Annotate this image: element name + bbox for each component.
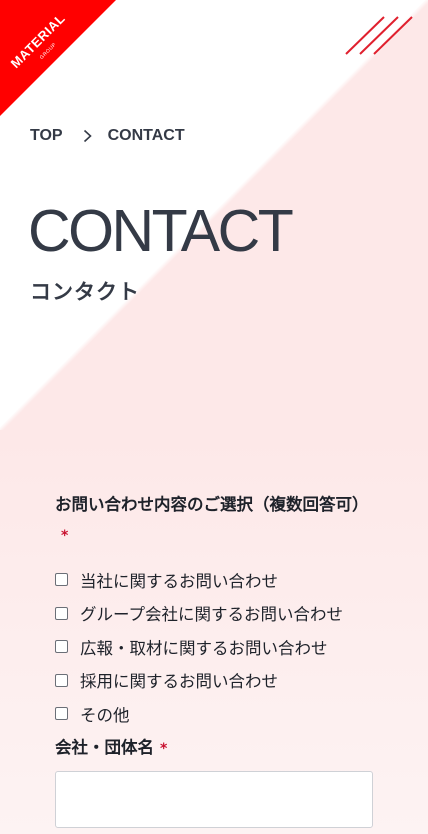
- contact-form: お問い合わせ内容のご選択（複数回答可） * 当社に関するお問い合わせ グループ会社…: [55, 490, 375, 731]
- checkbox-label: 広報・取材に関するお問い合わせ: [80, 638, 328, 658]
- checkbox-label: その他: [80, 705, 130, 725]
- breadcrumb-top-link[interactable]: TOP: [30, 127, 63, 145]
- checkbox[interactable]: [55, 673, 68, 687]
- checkbox-label: 採用に関するお問い合わせ: [80, 672, 278, 692]
- company-name-label: 会社・団体名 *: [55, 736, 167, 761]
- page-title: CONTACT: [28, 198, 294, 264]
- checkbox[interactable]: [55, 640, 68, 654]
- checkbox[interactable]: [55, 606, 68, 620]
- checkbox-option[interactable]: グループ会社に関するお問い合わせ: [55, 597, 375, 631]
- checkbox-option[interactable]: 広報・取材に関するお問い合わせ: [55, 630, 375, 664]
- checkbox[interactable]: [55, 707, 68, 721]
- checkbox-option[interactable]: その他: [55, 697, 375, 731]
- inquiry-type-options: 当社に関するお問い合わせ グループ会社に関するお問い合わせ 広報・取材に関するお…: [55, 563, 375, 731]
- inquiry-type-label: お問い合わせ内容のご選択（複数回答可） *: [55, 490, 375, 551]
- inquiry-type-label-text: お問い合わせ内容のご選択（複数回答可）: [55, 495, 369, 514]
- checkbox-option[interactable]: 採用に関するお問い合わせ: [55, 664, 375, 698]
- decorative-slash-lines: [345, 16, 413, 55]
- breadcrumb-current: CONTACT: [107, 127, 185, 144]
- company-name-label-text: 会社・団体名: [55, 738, 154, 757]
- breadcrumb: TOP CONTACT: [30, 127, 185, 145]
- material-group-logo[interactable]: MATERIAL GROUP: [0, 0, 116, 116]
- required-mark: *: [160, 741, 168, 757]
- required-mark: *: [61, 528, 69, 544]
- checkbox-label: グループ会社に関するお問い合わせ: [80, 605, 344, 625]
- chevron-right-icon: [83, 129, 92, 143]
- checkbox[interactable]: [55, 573, 68, 587]
- checkbox-label: 当社に関するお問い合わせ: [80, 571, 278, 591]
- checkbox-option[interactable]: 当社に関するお問い合わせ: [55, 563, 375, 597]
- page-subtitle: コンタクト: [30, 280, 140, 304]
- company-name-input[interactable]: [55, 771, 373, 828]
